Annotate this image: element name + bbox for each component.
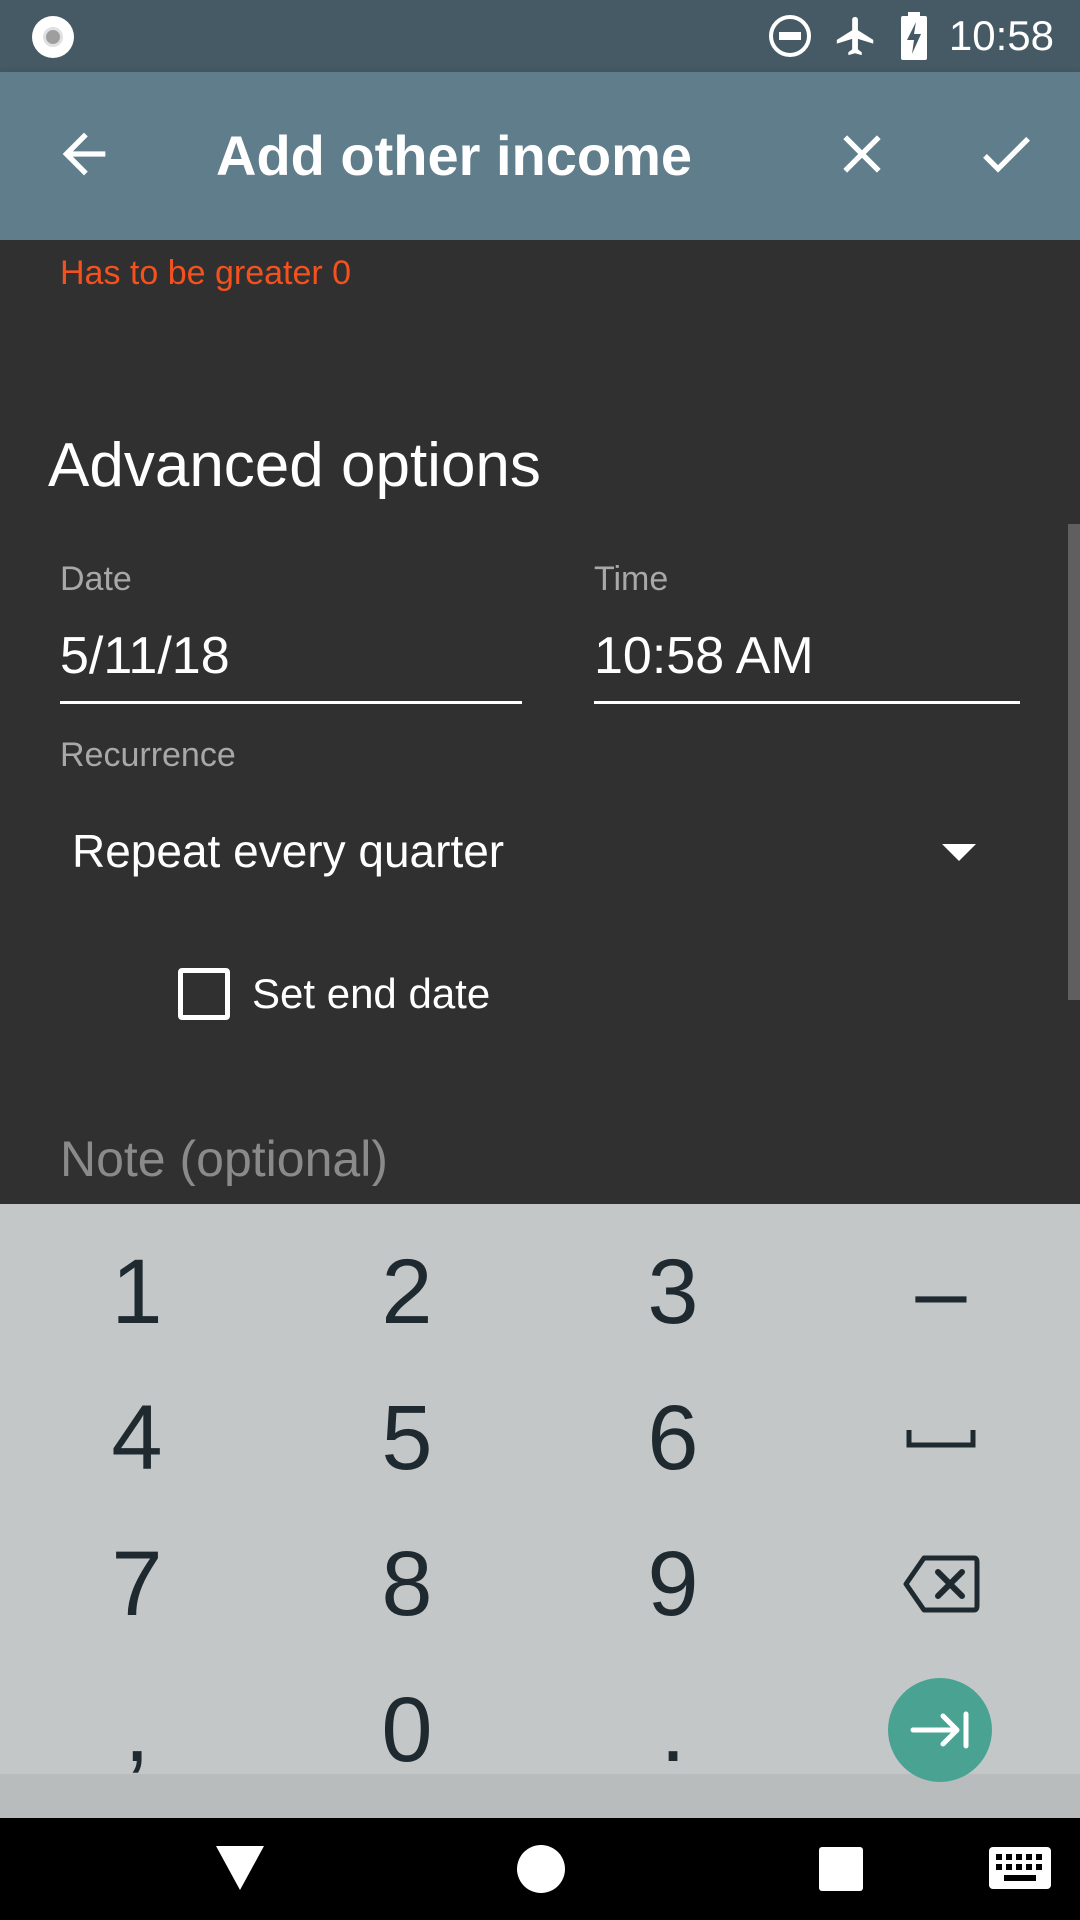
recurrence-label: Recurrence bbox=[60, 736, 236, 774]
dropdown-arrow-icon bbox=[942, 844, 976, 861]
key-backspace[interactable] bbox=[806, 1510, 1076, 1658]
date-field[interactable]: 5/11/18 bbox=[60, 626, 230, 686]
key-9[interactable]: 9 bbox=[538, 1510, 808, 1658]
backspace-icon bbox=[903, 1555, 980, 1613]
key-period[interactable]: . bbox=[538, 1656, 808, 1804]
key-8[interactable]: 8 bbox=[272, 1510, 542, 1658]
airplane-mode-icon bbox=[836, 16, 874, 56]
date-label: Date bbox=[60, 560, 132, 598]
key-0[interactable]: 0 bbox=[272, 1656, 542, 1804]
key-6[interactable]: 6 bbox=[538, 1364, 808, 1512]
date-underline bbox=[60, 701, 522, 704]
key-dash[interactable]: – bbox=[806, 1218, 1076, 1366]
recents-square-icon[interactable] bbox=[818, 1846, 864, 1892]
back-arrow-icon[interactable] bbox=[52, 122, 116, 186]
back-triangle-icon[interactable] bbox=[214, 1844, 266, 1892]
key-2[interactable]: 2 bbox=[272, 1218, 542, 1366]
checkmark-icon[interactable] bbox=[974, 122, 1038, 186]
close-icon[interactable] bbox=[830, 122, 894, 186]
section-title: Advanced options bbox=[48, 431, 541, 500]
key-comma[interactable]: , bbox=[2, 1656, 272, 1804]
status-time: 10:58 bbox=[948, 12, 1054, 59]
time-field[interactable]: 10:58 AM bbox=[594, 626, 814, 686]
navigation-bar bbox=[0, 1818, 1080, 1920]
status-icons: 10:58 bbox=[767, 0, 1054, 72]
status-bar: 10:58 bbox=[0, 0, 1080, 72]
key-5[interactable]: 5 bbox=[272, 1364, 542, 1512]
key-4[interactable]: 4 bbox=[2, 1364, 272, 1512]
keyboard-switch-icon[interactable] bbox=[988, 1846, 1052, 1890]
time-underline bbox=[594, 701, 1020, 704]
next-field-button[interactable] bbox=[888, 1678, 992, 1782]
record-icon bbox=[32, 16, 74, 58]
key-space[interactable] bbox=[806, 1364, 1076, 1512]
note-placeholder: Note (optional) bbox=[60, 1131, 388, 1187]
note-field[interactable]: Note (optional) bbox=[48, 1120, 1028, 1187]
app-bar: Add other income bbox=[0, 72, 1080, 240]
key-3[interactable]: 3 bbox=[538, 1218, 808, 1366]
scrollbar[interactable] bbox=[1068, 524, 1080, 1000]
form-content: Has to be greater 0 Advanced options Dat… bbox=[0, 240, 1080, 1204]
do-not-disturb-icon bbox=[768, 15, 811, 57]
set-end-date-checkbox[interactable] bbox=[178, 968, 230, 1020]
numeric-keyboard: 1 2 3 – 4 5 6 7 8 9 , 0 . bbox=[0, 1204, 1080, 1818]
recurrence-value: Repeat every quarter bbox=[72, 825, 505, 877]
key-7[interactable]: 7 bbox=[2, 1510, 272, 1658]
page-title: Add other income bbox=[216, 124, 693, 187]
time-label: Time bbox=[594, 560, 669, 598]
battery-charging-icon bbox=[900, 12, 927, 60]
key-1[interactable]: 1 bbox=[2, 1218, 272, 1366]
tab-next-icon bbox=[910, 1711, 969, 1749]
set-end-date-label[interactable]: Set end date bbox=[252, 968, 490, 1020]
amount-error-text: Has to be greater 0 bbox=[60, 254, 352, 292]
home-circle-icon[interactable] bbox=[516, 1844, 566, 1894]
space-bar-icon bbox=[906, 1430, 976, 1448]
